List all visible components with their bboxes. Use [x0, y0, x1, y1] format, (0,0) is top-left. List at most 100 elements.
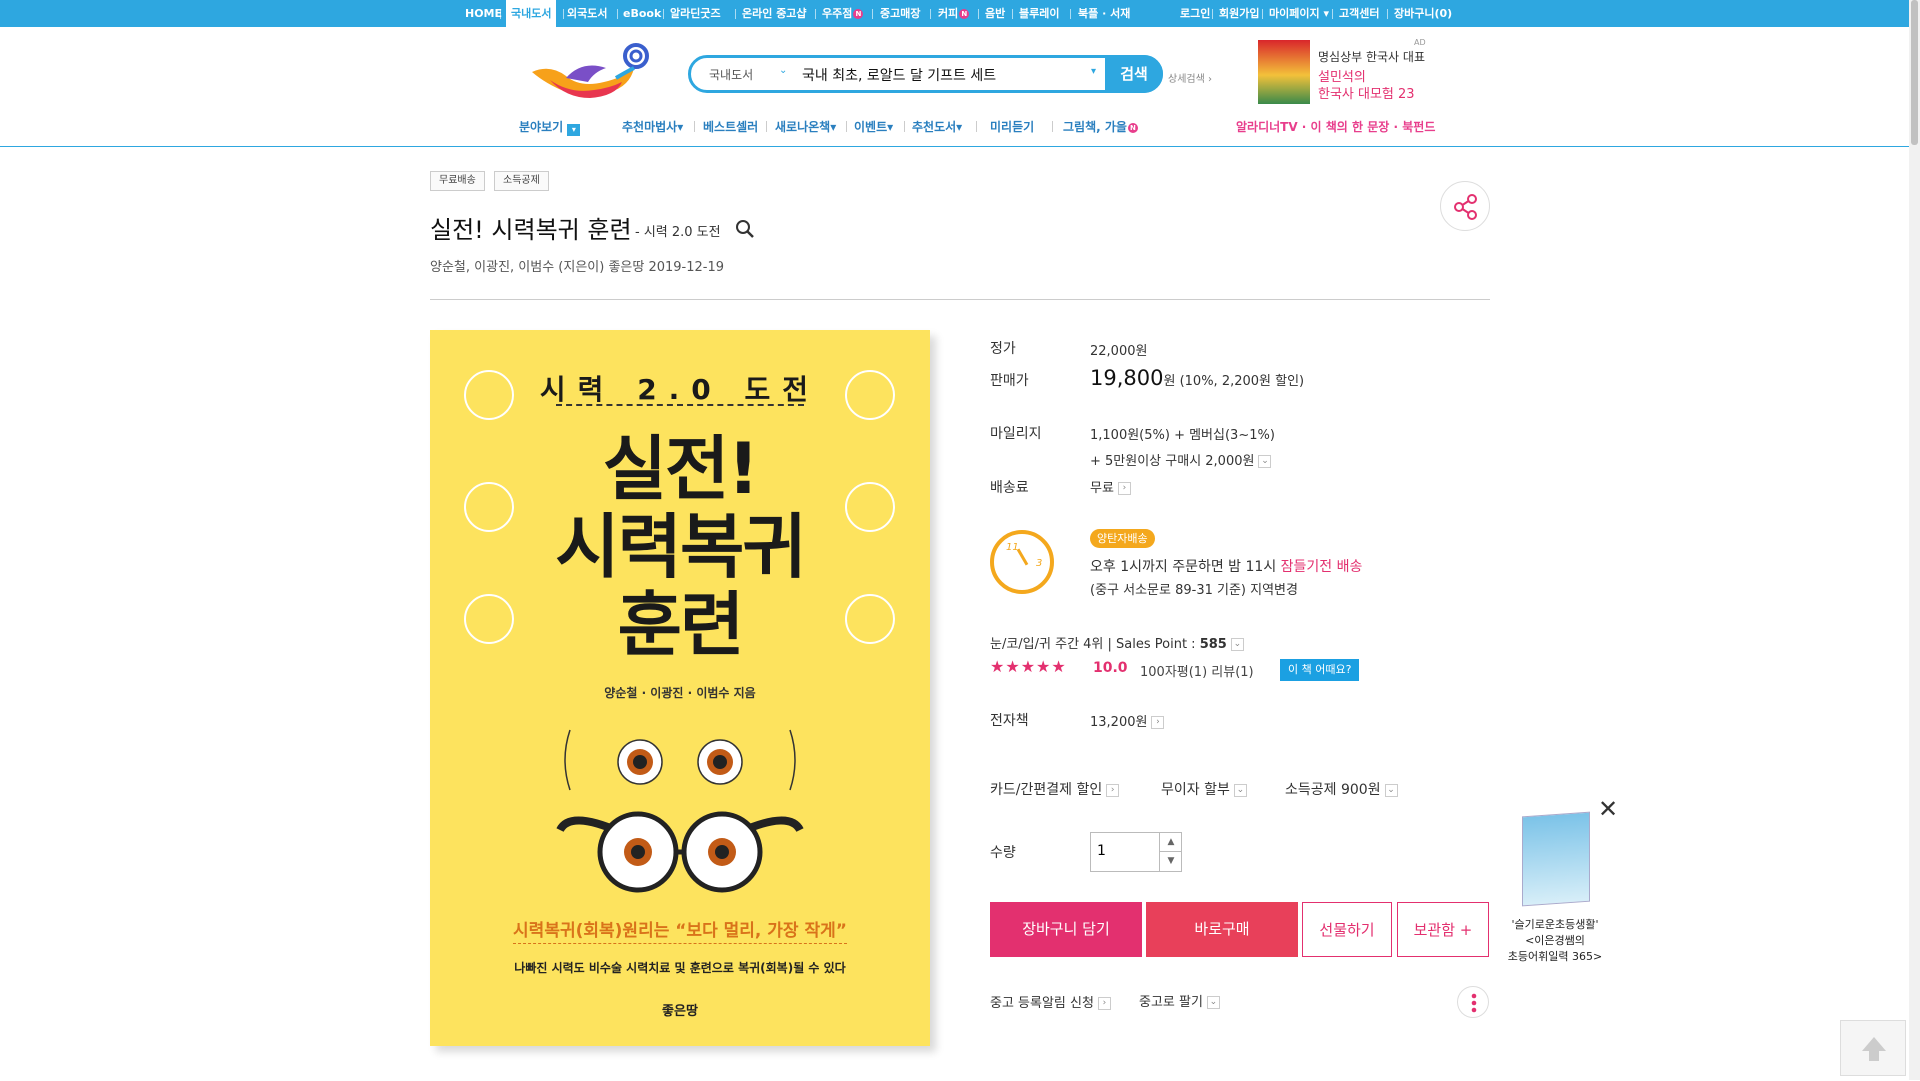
mileage-extra[interactable]: + 5만원이상 구매시 2,000원 ⌄ — [1090, 450, 1272, 469]
chevron-right-icon[interactable]: › — [1097, 997, 1111, 1010]
income-deduction[interactable]: 소득공제 900원 ⌄ — [1285, 779, 1398, 799]
subnav-right-links[interactable]: 알라디너TV · 이 책의 한 문장 · 북펀드 — [1236, 118, 1435, 135]
subnav-recommended[interactable]: 추천도서▾ — [912, 118, 962, 135]
subnav-new-books[interactable]: 새로나온책▾ — [775, 118, 836, 135]
side-ad-image — [1522, 811, 1590, 907]
share-button[interactable] — [1440, 181, 1490, 231]
search-icon[interactable] — [735, 219, 755, 243]
nav-bluray[interactable]: 블루레이 — [1019, 0, 1059, 27]
cover-top-text: 시력 2.0 도전 — [539, 373, 821, 406]
nav-online-used-shop[interactable]: 온라인 중고샵 — [742, 0, 807, 27]
mileage-value: 1,100원(5%) + 멤버십(3~1%) — [1090, 428, 1275, 443]
advanced-search-link[interactable]: 상세검색 › — [1168, 70, 1212, 85]
ebook-value[interactable]: 13,200원 › — [1090, 711, 1165, 730]
sell-used-link[interactable]: 중고로 팔기 ⌄ — [1139, 991, 1220, 1010]
subnav-picture-books[interactable]: 그림책, 가을 N — [1063, 118, 1138, 135]
ad-label: AD — [1414, 38, 1426, 47]
subnav-preview-listen[interactable]: 미리듣기 — [990, 118, 1034, 135]
tag-tax-deduction: 소득공제 — [494, 171, 549, 191]
scrollbar-thumb[interactable] — [1911, 0, 1918, 145]
used-notify-link[interactable]: 중고 등록알림 신청 › — [990, 992, 1111, 1011]
search-box: 국내도서 ⌄ ▾ 검색 — [688, 55, 1163, 93]
quantity-stepper: ▲ ▼ — [1090, 832, 1182, 872]
ebook-label: 전자책 — [990, 713, 1029, 729]
chevron-down-icon[interactable]: ⌄ — [1233, 783, 1247, 797]
cover-eyes-illustration — [556, 729, 804, 893]
search-button[interactable]: 검색 — [1105, 55, 1163, 93]
chevron-down-icon: ▾ — [567, 124, 581, 136]
scroll-to-top-button[interactable] — [1840, 1020, 1906, 1076]
nav-foreign-books[interactable]: 외국도서 — [567, 0, 607, 27]
side-ad-line2: <이은경쌤의 — [1525, 934, 1585, 947]
nav-bookple[interactable]: 북플 · 서재 — [1078, 0, 1130, 27]
nav-customer-center[interactable]: 고객센터 — [1339, 0, 1379, 27]
nav-ujujeom[interactable]: 우주점 N — [822, 0, 864, 27]
nav-used-store[interactable]: 중고매장 — [880, 0, 920, 27]
installment[interactable]: 무이자 할부 ⌄ — [1161, 779, 1247, 799]
sale-discount: (10%, 2,200원 할인) — [1179, 374, 1305, 389]
subnav-categories[interactable]: 분야보기 ▾ — [519, 118, 581, 136]
nav-ebook[interactable]: eBook — [623, 0, 661, 27]
subnav-recommend-wizard[interactable]: 추천마법사▾ — [622, 118, 683, 135]
cover-title-3: 훈련 — [617, 584, 745, 666]
search-input[interactable] — [802, 63, 1112, 87]
book-cover-image[interactable]: 시력 2.0 도전 실전! 시력복귀 훈련 양순철 · 이광진 · 이범수 지음… — [430, 330, 930, 1046]
add-to-cart-button[interactable]: 장바구니 담기 — [990, 902, 1142, 957]
nav-aladin-goods[interactable]: 알라딘굿즈 — [670, 0, 721, 27]
wishlist-button[interactable]: 보관함 + — [1397, 902, 1489, 957]
cover-tagline: 시력복귀(회복)원리는 “보다 멀리, 가장 작게” — [513, 921, 847, 941]
chevron-right-icon[interactable]: › — [1117, 482, 1131, 495]
buy-now-button[interactable]: 바로구매 — [1146, 902, 1298, 957]
cover-subline: 나빠진 시력도 비수술 시력치료 및 훈련으로 복귀(회복)될 수 있다 — [514, 961, 846, 975]
delivery-highlight: 잠들기전 배송 — [1280, 559, 1363, 575]
new-badge: N — [853, 9, 864, 19]
sale-price-unit: 원 — [1163, 374, 1176, 389]
chevron-down-icon[interactable]: ⌄ — [1230, 638, 1244, 651]
top-navigation-bar: HOME 국내도서 외국도서 eBook 알라딘굿즈 온라인 중고샵 우주점 N … — [0, 0, 1920, 27]
gift-button[interactable]: 선물하기 — [1302, 902, 1392, 957]
rank-info: 눈/코/입/귀 주간 4위 | Sales Point : 585 ⌄ — [990, 633, 1244, 652]
chevron-down-icon[interactable]: ⌄ — [779, 65, 787, 76]
delivery-badge: 양탄자배송 — [1090, 529, 1155, 548]
clock-label-3: 3 — [1036, 558, 1043, 569]
subnav-events[interactable]: 이벤트▾ — [854, 118, 893, 135]
nav-cart[interactable]: 장바구니(0) — [1394, 0, 1452, 27]
delivery-address[interactable]: (중구 서소문로 89-31 기준) 지역변경 — [1090, 579, 1298, 598]
chevron-down-icon[interactable]: ⌄ — [1384, 783, 1398, 797]
quantity-up-icon[interactable]: ▲ — [1159, 833, 1182, 852]
nav-home[interactable]: HOME — [465, 0, 502, 27]
card-discount[interactable]: 카드/간편결제 할인 › — [990, 779, 1120, 799]
nav-music[interactable]: 음반 — [985, 0, 1005, 27]
subnav-bestseller[interactable]: 베스트셀러 — [703, 118, 758, 135]
chevron-down-icon[interactable]: ⌄ — [1206, 996, 1220, 1009]
nav-signup[interactable]: 회원가입 — [1219, 0, 1259, 27]
nav-domestic-books[interactable]: 국내도서 — [506, 0, 557, 27]
list-price-value: 22,000원 — [1090, 344, 1148, 359]
list-price-label: 정가 — [990, 341, 1016, 357]
quantity-input[interactable] — [1097, 843, 1157, 859]
chevron-down-icon[interactable]: ⌄ — [1258, 455, 1272, 468]
side-ad[interactable]: '슬기로운초등생활' <이은경쌤의 초등어휘일력 365> — [1500, 800, 1610, 970]
quantity-down-icon[interactable]: ▼ — [1159, 852, 1182, 871]
ask-button[interactable]: 이 책 어때요? — [1280, 659, 1360, 681]
nav-coffee[interactable]: 커피 N — [938, 0, 970, 27]
sale-price-label: 판매가 — [990, 373, 1029, 389]
more-vertical-icon — [1471, 993, 1477, 1013]
share-icon — [1454, 194, 1477, 220]
nav-mypage[interactable]: 마이페이지 ▾ — [1269, 0, 1329, 27]
shipping-value[interactable]: 무료 › — [1090, 477, 1131, 496]
chevron-right-icon[interactable]: › — [1106, 783, 1120, 797]
search-dropdown-icon[interactable]: ▾ — [1091, 66, 1096, 77]
aladin-logo[interactable] — [530, 42, 650, 102]
nav-login[interactable]: 로그인 — [1180, 0, 1210, 27]
header-ad[interactable]: AD 명심상부 한국사 대표 설민석의 한국사 대모험 23 — [1258, 38, 1426, 106]
scrollbar[interactable] — [1909, 0, 1920, 1080]
cover-title-2: 시력복귀 — [555, 506, 807, 588]
review-counts[interactable]: 100자평(1) 리뷰(1) — [1140, 661, 1254, 680]
book-subtitle: - 시력 2.0 도전 — [635, 225, 721, 240]
search-category-select[interactable]: 국내도서 — [709, 66, 753, 83]
more-button[interactable] — [1457, 986, 1489, 1018]
book-authors[interactable]: 양순철, 이광진, 이범수 (지은이) 좋은땅 2019-12-19 — [430, 256, 724, 275]
ad-book-image — [1258, 40, 1310, 104]
chevron-right-icon[interactable]: › — [1151, 716, 1165, 729]
